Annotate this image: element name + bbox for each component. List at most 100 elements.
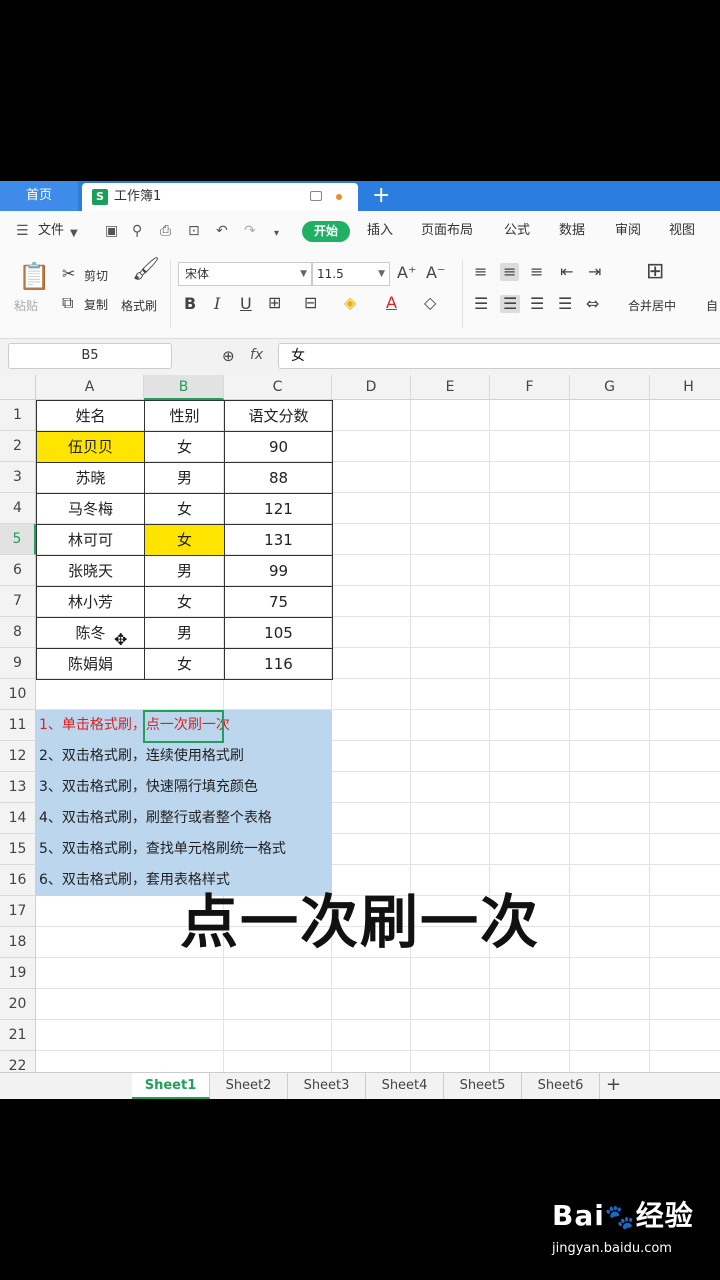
table-cell[interactable]: 116 xyxy=(224,648,333,680)
format-painter-icon[interactable]: 🖌 xyxy=(132,259,160,281)
sheet-tab-sheet2[interactable]: Sheet2 xyxy=(210,1073,288,1099)
underline-button[interactable]: U xyxy=(240,295,252,313)
sheet-tab-sheet3[interactable]: Sheet3 xyxy=(288,1073,366,1099)
table-cell[interactable]: 伍贝贝 xyxy=(36,431,145,463)
redo-icon[interactable]: ↷ xyxy=(244,224,256,238)
table-cell[interactable]: 女 xyxy=(144,648,225,680)
print-preview-icon[interactable]: ⊡ xyxy=(188,224,200,238)
align-top-icon[interactable]: ≡ xyxy=(474,263,487,281)
table-cell[interactable]: 男 xyxy=(144,555,225,587)
menu-data[interactable]: 数据 xyxy=(559,211,585,251)
copy-button[interactable]: 复制 xyxy=(84,296,108,313)
formula-input[interactable]: 女 xyxy=(278,343,720,369)
header-cell[interactable]: 语文分数 xyxy=(224,400,333,432)
decrease-font-icon[interactable]: A⁻ xyxy=(426,264,445,282)
table-cell[interactable]: 女 xyxy=(144,431,225,463)
indent-increase-icon[interactable]: ⇥ xyxy=(588,263,601,281)
row-header-11[interactable]: 11 xyxy=(0,710,36,741)
menu-start[interactable]: 开始 xyxy=(302,221,350,242)
row-header-10[interactable]: 10 xyxy=(0,679,36,710)
row-header-12[interactable]: 12 xyxy=(0,741,36,772)
merge-center-button[interactable]: 合并居中 xyxy=(628,297,676,314)
row-header-2[interactable]: 2 xyxy=(0,431,36,462)
save-icon[interactable]: ▣ xyxy=(105,224,118,238)
paste-button[interactable]: 粘贴 xyxy=(14,297,38,314)
indent-decrease-icon[interactable]: ⇤ xyxy=(560,263,573,281)
table-cell[interactable]: 女 xyxy=(144,586,225,618)
home-tab[interactable]: 首页 xyxy=(0,181,78,211)
table-cell[interactable]: 林可可 xyxy=(36,524,145,556)
sheet-tab-sheet4[interactable]: Sheet4 xyxy=(366,1073,444,1099)
table-cell[interactable]: 121 xyxy=(224,493,333,525)
chevron-down-icon[interactable]: ▼ xyxy=(70,227,78,241)
align-middle-icon[interactable]: ≡ xyxy=(500,263,520,281)
table-cell[interactable]: 131 xyxy=(224,524,333,556)
file-menu[interactable]: 文件 xyxy=(38,211,64,251)
menu-page-layout[interactable]: 页面布局 xyxy=(421,211,473,251)
border-icon[interactable]: ⊞ xyxy=(268,294,281,312)
row-header-1[interactable]: 1 xyxy=(0,400,36,431)
column-header-c[interactable]: C xyxy=(224,375,332,400)
table-cell[interactable]: 105 xyxy=(224,617,333,649)
print-icon[interactable]: ⎙ xyxy=(160,224,171,238)
font-family-select[interactable]: 宋体 ▼ xyxy=(178,262,312,286)
table-cell[interactable]: 男 xyxy=(144,462,225,494)
row-header-21[interactable]: 21 xyxy=(0,1020,36,1051)
header-cell[interactable]: 姓名 xyxy=(36,400,145,432)
row-header-6[interactable]: 6 xyxy=(0,555,36,586)
align-right-icon[interactable]: ☰ xyxy=(530,295,544,313)
instruction-note[interactable]: 1、单击格式刷，点一次刷一次 xyxy=(36,710,332,741)
hamburger-icon[interactable]: ☰ xyxy=(16,224,29,238)
table-cell[interactable]: 75 xyxy=(224,586,333,618)
column-header-b[interactable]: B xyxy=(144,375,224,400)
row-header-5[interactable]: 5 xyxy=(0,524,36,555)
row-header-9[interactable]: 9 xyxy=(0,648,36,679)
row-header-3[interactable]: 3 xyxy=(0,462,36,493)
table-cell[interactable]: 90 xyxy=(224,431,333,463)
increase-font-icon[interactable]: A⁺ xyxy=(397,264,416,282)
font-size-select[interactable]: 11.5 ▼ xyxy=(312,262,390,286)
align-center-icon[interactable]: ☰ xyxy=(500,295,521,313)
column-header-d[interactable]: D xyxy=(332,375,411,400)
distributed-align-icon[interactable]: ⇔ xyxy=(586,295,599,313)
align-bottom-icon[interactable]: ≡ xyxy=(530,263,543,281)
bold-button[interactable]: B xyxy=(184,295,196,313)
instruction-note[interactable]: 2、双击格式刷，连续使用格式刷 xyxy=(36,741,332,772)
header-cell[interactable]: 性别 xyxy=(144,400,225,432)
cut-button[interactable]: 剪切 xyxy=(84,267,108,284)
name-box[interactable]: B5 xyxy=(8,343,172,369)
monitor-icon[interactable] xyxy=(310,191,322,201)
zoom-icon[interactable]: ⊕ xyxy=(222,347,235,365)
column-header-f[interactable]: F xyxy=(490,375,570,400)
share-icon[interactable]: ⚲ xyxy=(132,224,142,238)
sheet-tab-sheet6[interactable]: Sheet6 xyxy=(522,1073,600,1099)
table-cell[interactable]: 99 xyxy=(224,555,333,587)
row-header-15[interactable]: 15 xyxy=(0,834,36,865)
menu-review[interactable]: 审阅 xyxy=(615,211,641,251)
column-header-a[interactable]: A xyxy=(36,375,144,400)
menu-view[interactable]: 视图 xyxy=(669,211,695,251)
workbook-tab[interactable]: S 工作簿1 xyxy=(82,183,358,211)
spreadsheet-grid[interactable]: ABCDEFGH 1 2 3 4 5 6 7 8 9 10 11 12 13 14 15 16 17 18 19 20… xyxy=(0,375,720,1082)
instruction-note[interactable]: 4、双击格式刷，刷整行或者整个表格 xyxy=(36,803,332,834)
auto-wrap-button[interactable]: 自 xyxy=(706,297,718,314)
add-sheet-icon[interactable]: + xyxy=(606,1076,621,1094)
row-header-19[interactable]: 19 xyxy=(0,958,36,989)
table-cell[interactable]: 88 xyxy=(224,462,333,494)
table-cell[interactable]: 张晓天 xyxy=(36,555,145,587)
merge-center-icon[interactable]: ⊞ xyxy=(646,261,664,283)
row-header-14[interactable]: 14 xyxy=(0,803,36,834)
font-color-icon[interactable]: A xyxy=(386,294,397,312)
italic-button[interactable]: I xyxy=(214,295,220,313)
undo-icon[interactable]: ↶ xyxy=(216,224,228,238)
justify-icon[interactable]: ☰ xyxy=(558,295,572,313)
instruction-note[interactable]: 3、双击格式刷，快速隔行填充颜色 xyxy=(36,772,332,803)
fill-color-icon[interactable]: ◈ xyxy=(344,294,356,312)
align-left-icon[interactable]: ☰ xyxy=(474,295,488,313)
row-header-4[interactable]: 4 xyxy=(0,493,36,524)
new-tab-button[interactable]: + xyxy=(372,181,390,211)
table-cell[interactable]: 女 xyxy=(144,493,225,525)
table-cell[interactable]: 陈娟娟 xyxy=(36,648,145,680)
menu-insert[interactable]: 插入 xyxy=(367,211,393,251)
cut-icon[interactable]: ✂ xyxy=(62,265,75,283)
